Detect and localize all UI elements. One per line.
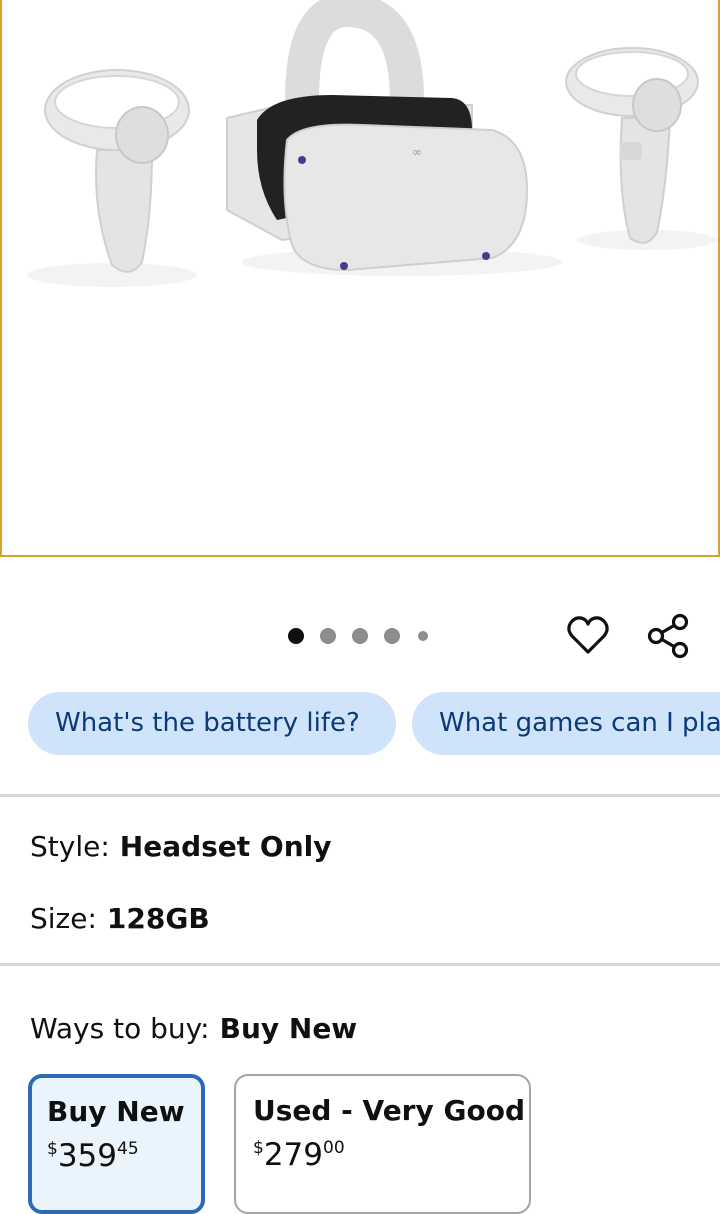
ways-to-buy-heading: Ways to buy: Buy New	[30, 1012, 357, 1045]
divider	[0, 794, 720, 797]
carousel-dot[interactable]	[352, 628, 368, 644]
buy-new-option[interactable]: Buy New $35945	[28, 1074, 205, 1214]
price-fraction: 00	[323, 1138, 345, 1158]
style-value: Headset Only	[119, 830, 332, 863]
option-price: $35945	[47, 1131, 201, 1179]
right-controller	[565, 47, 699, 244]
price-currency: $	[253, 1138, 264, 1158]
option-title: Buy New	[47, 1095, 185, 1128]
svg-text:∞: ∞	[412, 145, 422, 159]
size-label: Size:	[30, 902, 97, 935]
share-icon[interactable]	[646, 612, 690, 660]
option-title: Used - Very Good	[253, 1094, 525, 1127]
price-whole: 279	[263, 1137, 323, 1173]
style-selector[interactable]: Style: Headset Only	[30, 830, 332, 863]
size-value: 128GB	[106, 902, 210, 935]
product-image[interactable]: ∞	[0, 0, 720, 557]
question-chip-battery[interactable]: What's the battery life?	[28, 692, 396, 755]
ways-to-buy-label: Ways to buy:	[30, 1012, 210, 1045]
carousel-dot[interactable]	[418, 631, 428, 641]
carousel-dot[interactable]	[320, 628, 336, 644]
vr-headset-image: ∞	[27, 0, 717, 287]
price-fraction: 45	[117, 1139, 139, 1159]
carousel-dot[interactable]	[288, 628, 304, 644]
ways-to-buy-selected: Buy New	[219, 1012, 358, 1045]
price-currency: $	[47, 1139, 58, 1159]
style-label: Style:	[30, 830, 110, 863]
size-selector[interactable]: Size: 128GB	[30, 902, 210, 935]
carousel-dot[interactable]	[384, 628, 400, 644]
question-chip-games[interactable]: What games can I play?	[412, 692, 720, 755]
used-very-good-option[interactable]: Used - Very Good $27900	[234, 1074, 531, 1214]
price-whole: 359	[57, 1138, 117, 1174]
option-price: $27900	[253, 1130, 529, 1178]
heart-icon[interactable]	[566, 614, 610, 658]
divider	[0, 963, 720, 966]
left-controller	[44, 69, 190, 273]
